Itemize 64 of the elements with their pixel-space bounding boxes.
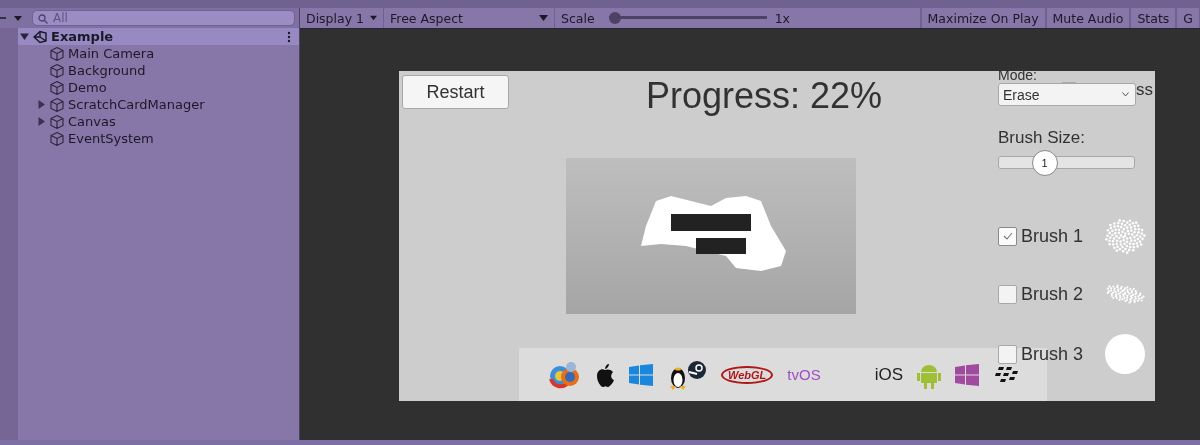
object-name: Canvas <box>68 114 116 129</box>
hierarchy-item[interactable]: EventSystem <box>18 130 299 147</box>
expand-arrow-icon[interactable] <box>37 100 46 109</box>
checkbox[interactable] <box>998 344 1017 364</box>
chevron-down-icon <box>1122 92 1129 97</box>
unity-logo-icon <box>32 28 48 45</box>
platform-logo-text: WebGL <box>721 365 774 384</box>
brush-label: Brush 3 <box>1021 343 1085 365</box>
checkbox-label: ss <box>1136 80 1153 100</box>
brush-size-slider[interactable]: 1 <box>998 150 1135 176</box>
scene-name: Example <box>51 29 114 44</box>
checkbox[interactable] <box>998 284 1017 304</box>
checkbox[interactable] <box>998 226 1017 246</box>
platform-logo-text: iOS <box>874 364 903 385</box>
cube-icon <box>49 113 65 130</box>
search-field[interactable]: All <box>32 10 295 26</box>
scale-label: Scale <box>561 10 595 26</box>
platform-logo-text: tvOS <box>787 366 821 383</box>
cube-icon <box>49 130 65 147</box>
restart-button[interactable]: Restart <box>402 75 509 109</box>
brush-label: Brush 1 <box>1021 225 1085 247</box>
slider-thumb[interactable] <box>608 12 621 24</box>
apple-logo-icon <box>595 362 615 387</box>
more-options-icon[interactable] <box>287 30 291 43</box>
brush-preview-icon <box>1103 216 1147 256</box>
object-name: Background <box>68 63 146 78</box>
hierarchy-item[interactable]: Main Camera <box>18 45 299 62</box>
brush-label: Brush 2 <box>1021 283 1085 305</box>
display-dropdown[interactable]: Display 1 <box>300 8 384 28</box>
cube-icon <box>49 79 65 96</box>
check-icon <box>1002 232 1013 240</box>
toolbar-toggle[interactable]: Stats <box>1130 8 1177 28</box>
cube-icon <box>49 62 65 79</box>
search-icon <box>38 14 49 24</box>
blackberry-logo-icon <box>993 365 1019 384</box>
cube-icon <box>49 96 65 113</box>
windows-store-logo-icon <box>955 363 979 386</box>
scene-row[interactable]: Example <box>18 28 299 45</box>
dropdown-caret-icon <box>539 15 548 21</box>
windows-logo-icon <box>629 363 653 386</box>
browsers-logo-icon <box>547 359 581 390</box>
aspect-dropdown[interactable]: Free Aspect <box>384 8 555 28</box>
expand-arrow-icon[interactable] <box>37 117 46 126</box>
dropdown-caret-icon <box>370 15 377 21</box>
object-name: ScratchCardManager <box>68 97 205 112</box>
slider-thumb[interactable]: 1 <box>1031 150 1058 176</box>
hierarchy-item[interactable]: Demo <box>18 79 299 96</box>
hierarchy-item[interactable]: Canvas <box>18 113 299 130</box>
progress-text: Progress: 22% <box>644 75 884 117</box>
hierarchy-item[interactable]: Background <box>18 62 299 79</box>
object-name: Demo <box>68 80 107 95</box>
object-name: Main Camera <box>68 46 155 61</box>
cube-icon <box>49 45 65 62</box>
toolbar-toggle[interactable]: Mute Audio <box>1045 8 1131 28</box>
brush-preview-icon <box>1103 334 1147 374</box>
scale-reading: 1x <box>774 10 790 26</box>
hierarchy-item[interactable]: ScratchCardManager <box>18 96 299 113</box>
toolbar-toggle[interactable]: G <box>1176 8 1200 28</box>
object-name: EventSystem <box>68 131 154 146</box>
expand-arrow-icon[interactable] <box>20 32 29 41</box>
linux-logo-icon <box>667 359 707 390</box>
mode-dropdown[interactable]: Erase <box>998 83 1136 106</box>
toolbar-toggle[interactable]: Maximize On Play <box>920 8 1046 28</box>
brush-size-label: Brush Size: <box>998 128 1085 148</box>
